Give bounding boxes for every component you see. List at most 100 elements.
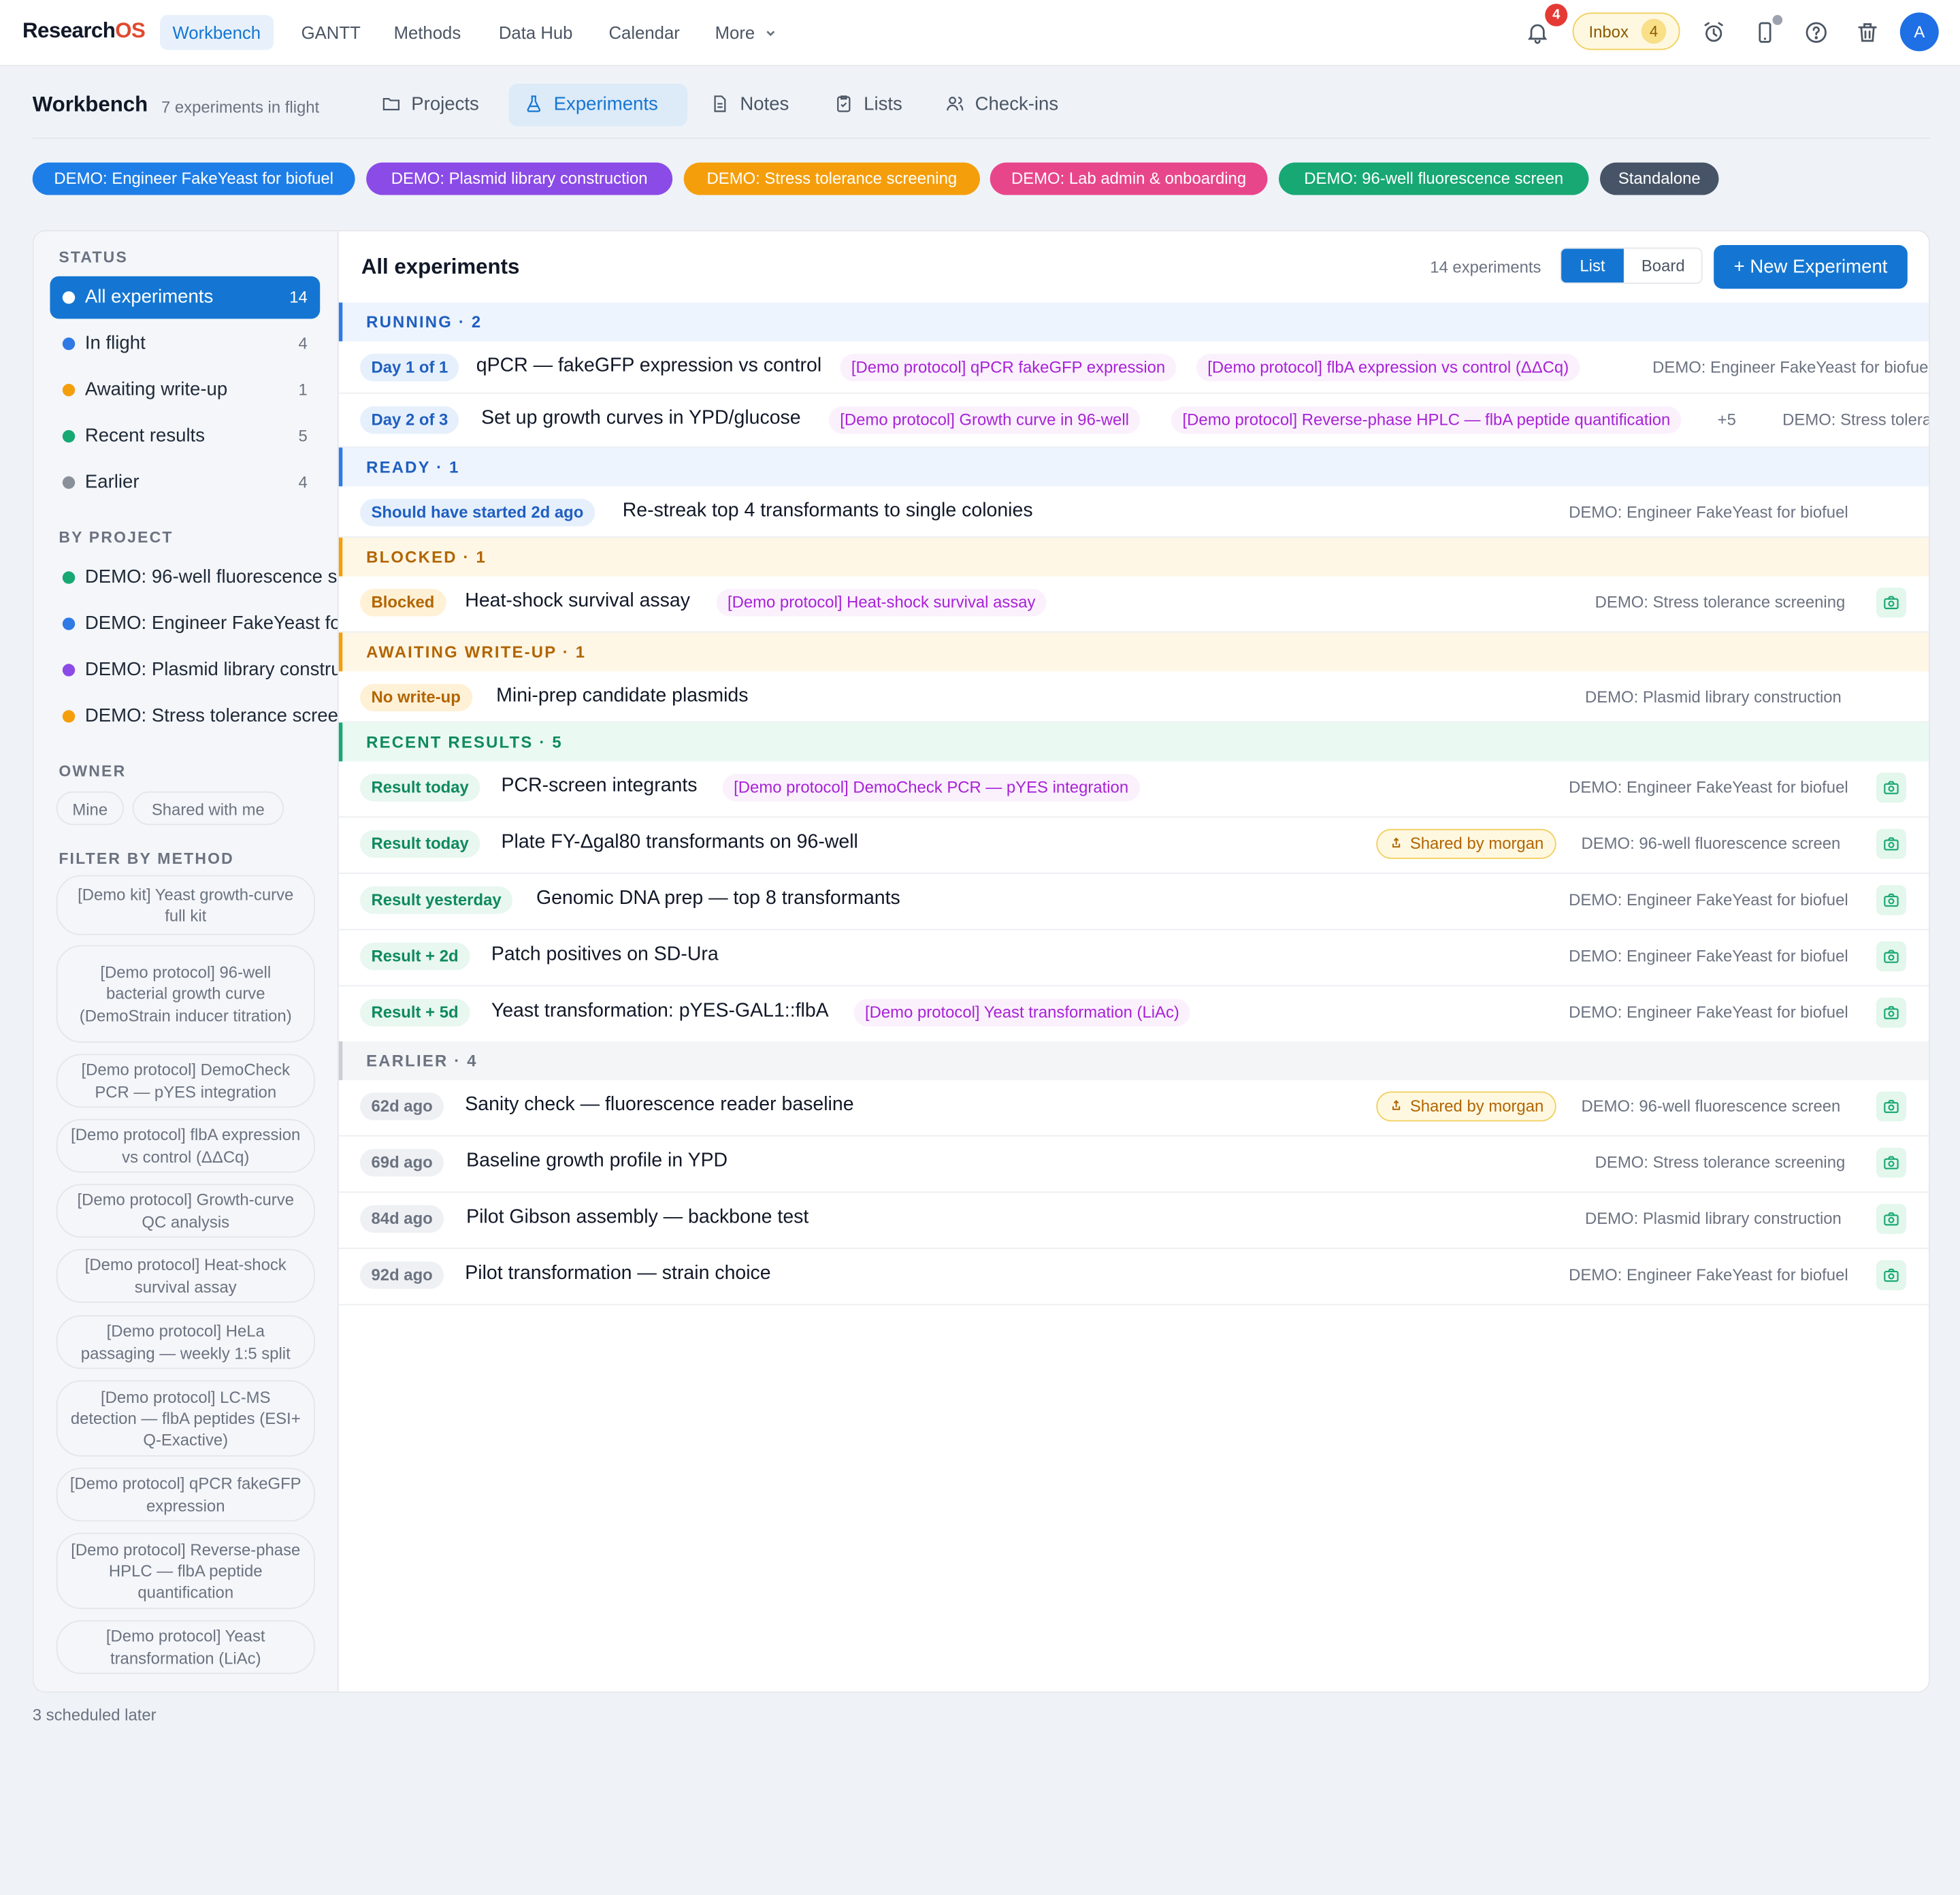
section-header[interactable]: EARLIER · 4	[338, 1041, 1929, 1080]
new-experiment-button[interactable]: + New Experiment	[1714, 244, 1908, 289]
status-filter-in-flight[interactable]: In flight 4	[50, 323, 320, 365]
experiment-title[interactable]: Re-streak top 4 transformants to single …	[623, 500, 1033, 523]
experiment-row[interactable]: Result today PCR-screen integrants [Demo p…	[338, 762, 1929, 818]
camera-icon[interactable]	[1876, 828, 1907, 859]
camera-icon[interactable]	[1876, 587, 1907, 618]
project-filter-item[interactable]: DEMO: 96-well fluorescence screen2	[50, 556, 423, 598]
status-filter-earlier[interactable]: Earlier 4	[50, 461, 320, 504]
method-filter-pill[interactable]: [Demo protocol] LC-MS detection — flbA p…	[56, 1380, 315, 1457]
project-chip-standalone[interactable]: Standalone	[1600, 162, 1719, 195]
experiment-row[interactable]: Should have started 2d ago Re-streak top …	[338, 486, 1929, 538]
experiment-title[interactable]: Mini-prep candidate plasmids	[496, 685, 748, 708]
experiment-title[interactable]: Yeast transformation: pYES-GAL1::flbA	[491, 1000, 829, 1022]
experiment-title[interactable]: Sanity check — fluorescence reader basel…	[465, 1094, 853, 1116]
method-filter-pill[interactable]: [Demo protocol] flbA expression vs contr…	[56, 1118, 315, 1173]
experiment-title[interactable]: Heat-shock survival assay	[465, 590, 690, 613]
experiment-title[interactable]: qPCR — fakeGFP expression vs control	[476, 355, 821, 378]
project-chip[interactable]: DEMO: Stress tolerance screening	[683, 162, 980, 195]
experiment-title[interactable]: Baseline growth profile in YPD	[466, 1150, 728, 1173]
project-chip[interactable]: DEMO: 96-well fluorescence screen	[1278, 162, 1589, 195]
experiment-row[interactable]: Result + 2d Patch positives on SD-Ura DEMO…	[338, 930, 1929, 987]
protocol-tag[interactable]: [Demo protocol] Growth curve in 96-well	[828, 406, 1141, 434]
app-logo[interactable]: ResearchOS	[22, 19, 146, 44]
experiment-title[interactable]: Patch positives on SD-Ura	[491, 944, 719, 967]
nav-methods[interactable]: Methods	[381, 15, 473, 50]
owner-filter-mine[interactable]: Mine	[56, 791, 124, 826]
status-filter-awaiting-write-up[interactable]: Awaiting write-up 1	[50, 369, 320, 411]
experiment-row[interactable]: Result today Plate FY-Δgal80 transformant…	[338, 817, 1929, 874]
method-filter-pill[interactable]: [Demo protocol] qPCR fakeGFP expression	[56, 1468, 315, 1522]
camera-icon[interactable]	[1876, 1148, 1907, 1178]
experiment-row[interactable]: Result yesterday Genomic DNA prep — top 8…	[338, 874, 1929, 930]
experiment-title[interactable]: Pilot transformation — strain choice	[465, 1263, 770, 1285]
protocol-tag[interactable]: [Demo protocol] Heat-shock survival assa…	[716, 589, 1047, 617]
alarm-clock-icon[interactable]	[1699, 18, 1729, 48]
camera-icon[interactable]	[1876, 773, 1907, 803]
protocol-tag[interactable]: [Demo protocol] Reverse-phase HPLC — flb…	[1171, 406, 1682, 434]
nav-more[interactable]: More	[702, 15, 787, 50]
camera-icon[interactable]	[1876, 885, 1907, 916]
user-avatar[interactable]: A	[1899, 12, 1939, 52]
protocol-tag[interactable]: [Demo protocol] Yeast transformation (Li…	[853, 999, 1191, 1026]
protocol-tag[interactable]: [Demo protocol] flbA expression vs contr…	[1196, 353, 1580, 382]
method-filter-pill[interactable]: [Demo protocol] Heat-shock survival assa…	[56, 1248, 315, 1303]
experiment-title[interactable]: Pilot Gibson assembly — backbone test	[466, 1206, 808, 1229]
project-chip[interactable]: DEMO: Engineer FakeYeast for biofuel	[32, 162, 355, 195]
experiment-row[interactable]: 84d ago Pilot Gibson assembly — backbone …	[338, 1193, 1929, 1249]
camera-icon[interactable]	[1876, 1091, 1907, 1122]
help-icon[interactable]	[1801, 18, 1831, 48]
tab-lists[interactable]: Lists	[819, 84, 919, 126]
method-filter-pill[interactable]: [Demo protocol] 96-well bacterial growth…	[56, 945, 315, 1043]
section-header[interactable]: RUNNING · 2	[338, 302, 1929, 342]
tab-projects[interactable]: Projects	[366, 84, 496, 126]
protocol-tag[interactable]: [Demo protocol] DemoCheck PCR — pYES int…	[722, 773, 1140, 802]
camera-icon[interactable]	[1876, 997, 1907, 1028]
experiment-row[interactable]: Blocked Heat-shock survival assay [Demo pr…	[338, 577, 1929, 633]
experiment-row[interactable]: Result + 5d Yeast transformation: pYES-GA…	[338, 986, 1929, 1043]
project-filter-item[interactable]: DEMO: Stress tolerance screening3	[50, 695, 406, 737]
inbox-button[interactable]: Inbox 4	[1572, 12, 1680, 50]
experiment-title[interactable]: Set up growth curves in YPD/glucose	[481, 408, 800, 430]
method-filter-pill[interactable]: [Demo protocol] Growth-curve QC analysis	[56, 1184, 315, 1238]
experiment-row[interactable]: No write-up Mini-prep candidate plasmids D…	[338, 671, 1929, 723]
experiment-row[interactable]: 92d ago Pilot transformation — strain cho…	[338, 1249, 1929, 1306]
view-board-button[interactable]: Board	[1624, 249, 1701, 283]
project-filter-item[interactable]: DEMO: Engineer FakeYeast for biofuel7	[50, 602, 436, 645]
status-filter-recent-results[interactable]: Recent results 5	[50, 415, 320, 457]
project-chip[interactable]: DEMO: Plasmid library construction	[366, 162, 673, 195]
experiment-row[interactable]: Day 2 of 3 Set up growth curves in YPD/gl…	[338, 394, 1929, 448]
camera-icon[interactable]	[1876, 941, 1907, 972]
trash-icon[interactable]	[1852, 18, 1882, 48]
experiment-title[interactable]: Plate FY-Δgal80 transformants on 96-well	[502, 831, 858, 854]
nav-gantt[interactable]: GANTT	[289, 15, 373, 50]
section-header[interactable]: READY · 1	[338, 447, 1929, 487]
experiment-row[interactable]: 69d ago Baseline growth profile in YPD DEM…	[338, 1137, 1929, 1193]
section-header[interactable]: AWAITING WRITE-UP · 1	[338, 632, 1929, 672]
experiment-title[interactable]: Genomic DNA prep — top 8 transformants	[536, 888, 900, 910]
method-filter-pill[interactable]: [Demo protocol] DemoCheck PCR — pYES int…	[56, 1054, 315, 1108]
nav-calendar[interactable]: Calendar	[596, 15, 692, 50]
camera-icon[interactable]	[1876, 1203, 1907, 1234]
tab-notes[interactable]: Notes	[695, 84, 806, 126]
method-filter-pill[interactable]: [Demo protocol] Reverse-phase HPLC — flb…	[56, 1532, 315, 1609]
method-filter-pill[interactable]: [Demo protocol] Yeast transformation (Li…	[56, 1620, 315, 1674]
nav-data-hub[interactable]: Data Hub	[486, 15, 585, 50]
tab-check-ins[interactable]: Check-ins	[930, 84, 1076, 126]
project-chip[interactable]: DEMO: Lab admin & onboarding	[990, 162, 1268, 195]
experiment-row[interactable]: Day 1 of 1 qPCR — fakeGFP expression vs c…	[338, 341, 1929, 394]
tab-experiments[interactable]: Experiments	[508, 84, 688, 127]
section-header[interactable]: BLOCKED · 1	[338, 537, 1929, 577]
method-filter-pill[interactable]: [Demo protocol] HeLa passaging — weekly …	[56, 1315, 315, 1370]
experiment-title[interactable]: PCR-screen integrants	[502, 775, 698, 798]
protocol-tag[interactable]: [Demo protocol] qPCR fakeGFP expression	[840, 353, 1177, 382]
owner-filter-shared[interactable]: Shared with me	[132, 791, 284, 826]
status-filter-all[interactable]: All experiments 14	[50, 276, 321, 319]
experiment-row[interactable]: 62d ago Sanity check — fluorescence reade…	[338, 1080, 1929, 1137]
camera-icon[interactable]	[1876, 1260, 1907, 1291]
section-header[interactable]: RECENT RESULTS · 5	[338, 722, 1929, 762]
more-protocols-count[interactable]: +5	[1718, 410, 1736, 429]
view-list-button[interactable]: List	[1561, 248, 1624, 283]
method-filter-pill[interactable]: [Demo kit] Yeast growth-curve full kit	[56, 875, 315, 935]
nav-workbench[interactable]: Workbench	[160, 15, 274, 50]
project-filter-item[interactable]: DEMO: Plasmid library construction2	[50, 649, 418, 691]
